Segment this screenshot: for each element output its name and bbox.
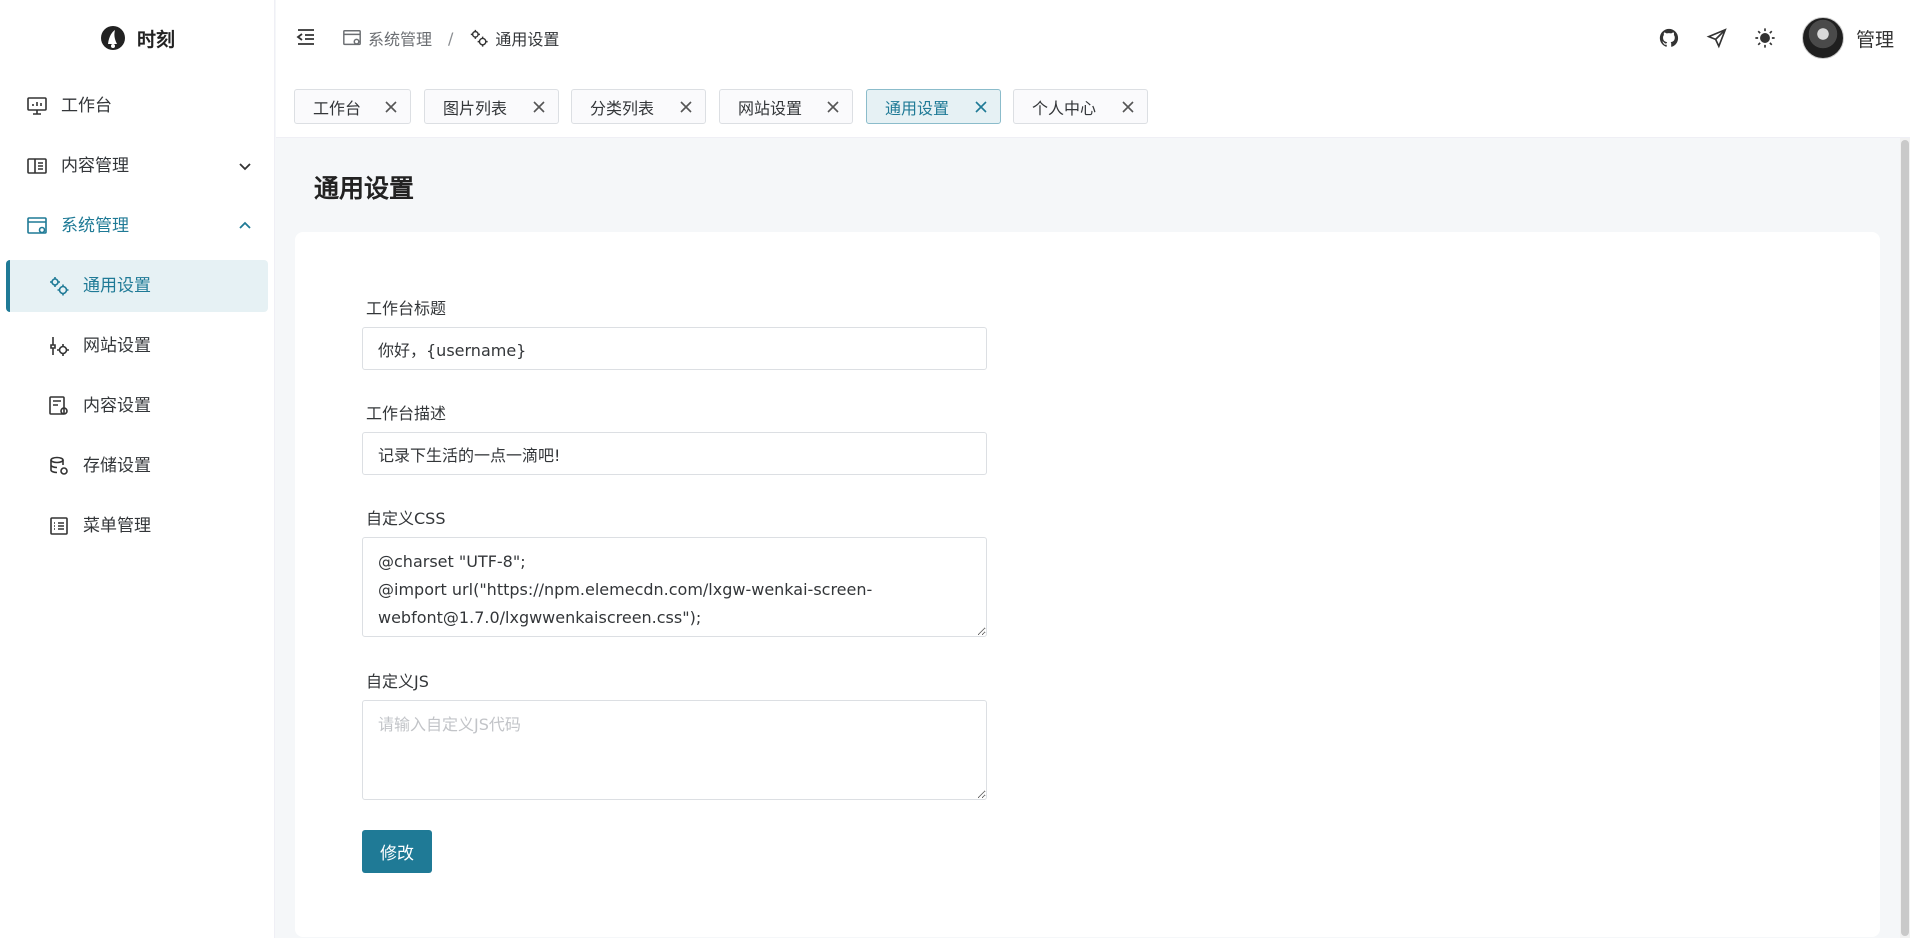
- sidebar-item-content-settings[interactable]: 内容设置: [6, 380, 268, 432]
- breadcrumb-item-general-settings[interactable]: 通用设置: [495, 26, 559, 50]
- send-icon[interactable]: [1706, 27, 1728, 49]
- tab-image-list[interactable]: 图片列表: [424, 89, 559, 124]
- tab-label: 通用设置: [885, 98, 950, 118]
- chevron-down-icon: [239, 163, 251, 171]
- sidebar-item-content-management[interactable]: 内容管理: [6, 140, 268, 192]
- tab-general-settings[interactable]: 通用设置: [866, 89, 1001, 124]
- sidebar-item-label: 菜单管理: [83, 516, 151, 536]
- tab-label: 网站设置: [738, 98, 803, 118]
- top-header: 系统管理 / 通用设置 管理: [276, 0, 1910, 76]
- sun-icon[interactable]: [1754, 27, 1776, 49]
- tab-personal-center[interactable]: 个人中心: [1013, 89, 1148, 124]
- tab-site-settings[interactable]: 网站设置: [719, 89, 853, 124]
- breadcrumb-separator: /: [448, 28, 454, 48]
- book-open-icon: [27, 158, 47, 174]
- dashboard-title-input[interactable]: [362, 327, 987, 370]
- close-icon[interactable]: [384, 100, 398, 114]
- app-logo[interactable]: 时刻: [0, 0, 274, 76]
- dashboard-title-label: 工作台标题: [366, 299, 447, 318]
- tab-label: 分类列表: [590, 98, 655, 118]
- sidebar-item-label: 内容管理: [61, 156, 129, 176]
- close-icon[interactable]: [679, 100, 693, 114]
- sidebar: 时刻 工作台 内容管理 系统管理 通用设置 网站设置 内容设置 存储设置 菜单管…: [0, 0, 275, 938]
- custom-js-label: 自定义JS: [366, 672, 429, 691]
- sidebar-item-label: 系统管理: [61, 216, 129, 236]
- submit-button[interactable]: 修改: [362, 830, 432, 873]
- sidebar-item-menu-management[interactable]: 菜单管理: [6, 500, 268, 552]
- tabs-bar: 工作台 图片列表 分类列表 网站设置 通用设置 个人中心: [276, 76, 1910, 138]
- tab-dashboard[interactable]: 工作台: [294, 89, 411, 124]
- sidebar-item-label: 网站设置: [83, 336, 151, 356]
- collapse-sidebar-icon[interactable]: [295, 26, 317, 48]
- file-settings-icon: [49, 396, 68, 415]
- sidebar-item-label: 通用设置: [83, 276, 151, 296]
- close-icon[interactable]: [974, 100, 988, 114]
- sidebar-item-label: 内容设置: [83, 396, 151, 416]
- close-icon[interactable]: [532, 100, 546, 114]
- sidebar-item-label: 工作台: [61, 96, 112, 116]
- sidebar-item-site-settings[interactable]: 网站设置: [6, 320, 268, 372]
- scrollbar-thumb[interactable]: [1901, 140, 1909, 936]
- chevron-up-icon: [239, 221, 251, 229]
- header-actions: 管理: [1658, 16, 1894, 60]
- window-settings-icon: [343, 30, 361, 46]
- sidebar-item-system-management[interactable]: 系统管理: [6, 200, 268, 252]
- dashboard-desc-input[interactable]: [362, 432, 987, 475]
- close-icon[interactable]: [826, 100, 840, 114]
- sidebar-item-label: 存储设置: [83, 456, 151, 476]
- custom-css-label: 自定义CSS: [366, 509, 446, 528]
- sidebar-menu: 工作台 内容管理 系统管理 通用设置 网站设置 内容设置 存储设置 菜单管理: [0, 80, 274, 552]
- app-name: 时刻: [136, 28, 175, 51]
- user-name[interactable]: 管理: [1856, 25, 1894, 52]
- tab-label: 个人中心: [1032, 98, 1097, 118]
- breadcrumb: 系统管理 / 通用设置: [342, 26, 559, 50]
- custom-css-textarea[interactable]: [362, 537, 987, 637]
- gears-icon: [471, 29, 489, 47]
- sidebar-item-dashboard[interactable]: 工作台: [6, 80, 268, 132]
- avatar[interactable]: [1801, 17, 1844, 59]
- window-settings-icon: [27, 217, 47, 234]
- close-icon[interactable]: [1121, 100, 1135, 114]
- tab-label: 图片列表: [443, 98, 508, 118]
- tab-label: 工作台: [313, 98, 362, 118]
- tab-category-list[interactable]: 分类列表: [571, 89, 706, 124]
- gears-icon: [50, 277, 69, 296]
- sidebar-item-storage-settings[interactable]: 存储设置: [6, 440, 268, 492]
- database-settings-icon: [50, 456, 68, 475]
- logo-icon: [100, 26, 125, 50]
- sidebar-item-general-settings[interactable]: 通用设置: [6, 260, 268, 312]
- list-icon: [50, 517, 68, 535]
- monitor-icon: [27, 97, 47, 115]
- dashboard-desc-label: 工作台描述: [366, 404, 447, 423]
- github-icon[interactable]: [1658, 27, 1680, 49]
- page-title: 通用设置: [314, 174, 415, 203]
- custom-js-textarea[interactable]: [362, 700, 987, 800]
- tools-icon: [50, 337, 69, 356]
- breadcrumb-item-system-management[interactable]: 系统管理: [368, 26, 432, 50]
